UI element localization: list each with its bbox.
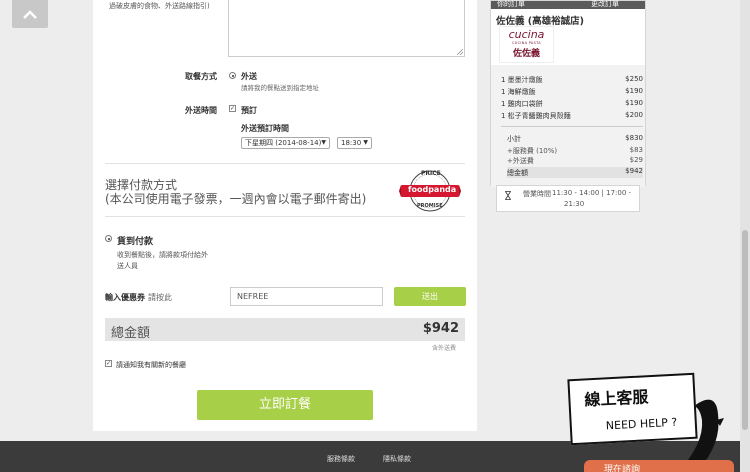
payment-option-desc-2: 送人員 [117,262,138,270]
total-label: 總金額 [111,326,151,341]
item-name: 1 松子青醬雞肉貝殼麵 [501,112,571,120]
live-chat-tab[interactable]: 現在諮詢 [584,460,734,472]
logo-chinese: 佐佐義 [512,49,540,59]
payment-title: 選擇付款方式 (本公司使用電子發票，一週內會以電子郵件寄出) [105,178,366,206]
place-order-button[interactable]: 立即訂餐 [197,390,373,420]
shop-name: 佐佐義 (高雄裕誠店) [496,16,584,27]
address-hint: 過破皮膚的食物、外送路線指引) [109,2,210,10]
section-divider [105,216,465,217]
dropdown-arrow-icon: ▼ [321,139,326,146]
delivery-method-value: 外送 [241,72,257,81]
list-item: 1 雞肉口袋餅 $190 [501,99,643,109]
item-name: 1 海鮮燉飯 [501,88,536,96]
newsletter-checkbox[interactable]: ✓ [105,360,112,367]
service-fee-label: +服務費 (10%) [507,147,558,155]
badge-bottom-text: PROMISE [417,203,443,209]
delivery-method-label: 取餐方式 [185,72,217,81]
item-price: $250 [625,75,643,83]
preorder-checkbox[interactable]: ✓ [229,105,236,112]
order-summary: 你的訂單 更改訂單 佐佐義 (高雄裕誠店) cucina CUCINA PAST… [490,0,646,187]
help-widget[interactable]: 線上客服 NEED HELP ? 現在諮詢 [566,372,750,472]
item-name: 1 雞肉口袋餅 [501,100,543,108]
list-item: 1 松子青醬雞肉貝殼麵 $200 [501,111,643,121]
preorder-value: 預訂 [241,106,257,115]
delivery-fee-row: +外送費 $29 [507,156,643,166]
coupon-hint[interactable]: 請按此 [148,292,172,303]
time-select-value: 18:30 [341,139,362,147]
payment-option-desc-1: 收到餐點後，請將款項付給外 [117,251,208,259]
order-summary-title: 你的訂單 [497,0,525,8]
section-divider [105,163,465,164]
shop-logo: cucina CUCINA PASTA 佐佐義 [499,26,554,63]
coupon-input[interactable]: NEFREE [230,287,383,306]
delivery-fee-value: $29 [629,156,643,164]
delivery-time-label: 外送時間 [185,106,217,115]
subtotal-value: $830 [625,134,643,142]
logo-subtitle: CUCINA PASTA [512,41,541,45]
help-speech-box: 線上客服 NEED HELP ? [567,372,698,446]
cart-total-label: 總金額 [507,169,528,177]
help-title: 線上客服 [583,387,649,410]
live-chat-label: 現在諮詢 [604,465,641,472]
item-name: 1 墨墨汁燉飯 [501,76,543,84]
back-to-top-button[interactable] [12,0,48,28]
address-textarea[interactable] [228,0,465,57]
badge-brand-text: foodpanda [408,185,457,194]
terms-link[interactable]: 服務條款 [327,454,355,464]
list-item: 1 海鮮燉飯 $190 [501,87,643,97]
total-value: $942 [422,321,459,336]
preorder-time-label: 外送預訂時間 [241,124,289,133]
subtotal-label: 小計 [507,135,521,143]
date-select-value: 下星期四 (2014-08-14) [245,139,322,147]
price-promise-badge: PRICE foodpanda PROMISE [399,167,461,215]
checkout-form: 過破皮膚的食物、外送路線指引) 取餐方式 外送 請將我的餐點送到指定地址 外送時… [93,0,477,431]
list-item: 1 墨墨汁燉飯 $250 [501,75,643,85]
service-fee-value: $83 [629,146,643,154]
date-select[interactable]: 下星期四 (2014-08-14) ▼ [241,137,330,149]
dropdown-arrow-icon: ▼ [363,139,368,146]
coupon-input-value: NEFREE [237,292,269,301]
cart-total-row: 總金額 $942 [507,167,643,178]
cash-on-delivery-radio[interactable] [105,235,112,242]
item-price: $200 [625,111,643,119]
hourglass-icon [505,191,511,200]
delivery-fee-label: +外送費 [507,157,534,165]
edit-order-link[interactable]: 更改訂單 [591,0,619,9]
item-price: $190 [625,99,643,107]
badge-top-text: PRICE [421,170,441,177]
item-price: $190 [625,87,643,95]
cart-divider [501,126,643,127]
service-fee-row: +服務費 (10%) $83 [507,146,643,156]
total-bar: 總金額 $942 [105,318,465,341]
coupon-label: 輸入優惠券 [105,293,145,302]
hours-line-2: 21:30 [564,200,585,208]
total-fee-note: 含外送費 [432,345,457,352]
opening-hours: 營業時間 11:30 - 14:00 | 17:00 - 21:30 [496,185,640,212]
payment-option-label: 貨到付款 [117,237,154,247]
subtotal-row: 小計 $830 [507,134,643,144]
cart-total-value: $942 [625,167,643,175]
newsletter-label: 請通知我有關新的餐廳 [116,361,186,369]
payment-title-line1: 選擇付款方式 [105,178,178,192]
help-subtitle: NEED HELP ? [605,415,678,433]
hours-label: 營業時間 [523,190,551,198]
resize-handle-icon [457,49,463,55]
delivery-radio[interactable] [229,72,236,79]
logo-script: cucina [508,28,545,41]
chevron-up-icon [23,9,37,19]
delivery-method-desc: 請將我的餐點送到指定地址 [241,84,319,92]
time-select[interactable]: 18:30 ▼ [337,137,372,149]
order-summary-header: 你的訂單 更改訂單 [491,0,645,9]
payment-title-line2: (本公司使用電子發票，一週內會以電子郵件寄出) [105,192,367,206]
coupon-send-button[interactable]: 送出 [394,287,466,306]
privacy-link[interactable]: 隱私條款 [383,454,411,464]
hours-line-1: 11:30 - 14:00 | 17:00 - [552,189,632,197]
order-items: 1 墨墨汁燉飯 $250 1 海鮮燉飯 $190 1 雞肉口袋餅 $190 1 … [491,65,645,187]
